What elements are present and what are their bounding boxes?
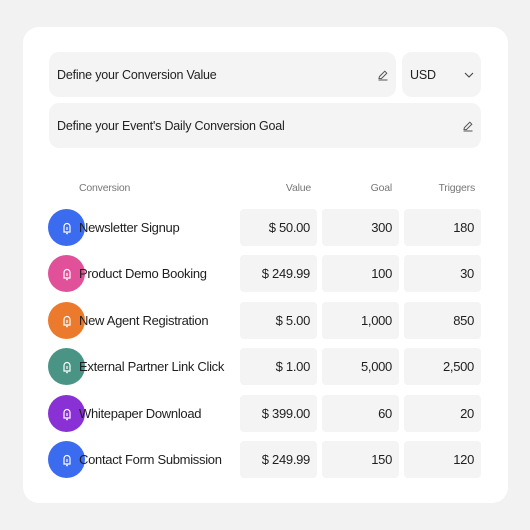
goal-cell[interactable]: 1,000	[322, 302, 399, 339]
goal-cell[interactable]: 100	[322, 255, 399, 292]
value-cell[interactable]: $ 249.99	[240, 441, 317, 478]
triggers-cell: 20	[404, 395, 481, 432]
table-row: New Agent Registration $ 5.00 1,000 850	[23, 302, 508, 339]
daily-goal-field[interactable]: Define your Event's Daily Conversion Goa…	[49, 103, 481, 148]
currency-value: USD	[410, 67, 436, 82]
value-cell[interactable]: $ 249.99	[240, 255, 317, 292]
value-cell[interactable]: $ 1.00	[240, 348, 317, 385]
goal-cell[interactable]: 60	[322, 395, 399, 432]
table-row: External Partner Link Click $ 1.00 5,000…	[23, 348, 508, 385]
chevron-down-icon[interactable]	[457, 70, 481, 80]
column-header-goal: Goal	[370, 182, 393, 194]
goal-cell[interactable]: 5,000	[322, 348, 399, 385]
conversion-name: Whitepaper Download	[79, 406, 202, 421]
conversion-value-label: Define your Conversion Value	[57, 67, 217, 82]
goal-cell[interactable]: 300	[322, 209, 399, 246]
table-row: Newsletter Signup $ 50.00 300 180	[23, 209, 508, 246]
conversion-value-field[interactable]: Define your Conversion Value	[49, 52, 396, 97]
triggers-cell: 850	[404, 302, 481, 339]
column-header-value: Value	[285, 182, 311, 194]
triggers-cell: 180	[404, 209, 481, 246]
conversion-name: External Partner Link Click	[79, 359, 225, 374]
conversion-settings-card: Define your Conversion Value USD Define …	[23, 27, 508, 503]
goal-cell[interactable]: 150	[322, 441, 399, 478]
table-row: Whitepaper Download $ 399.00 60 20	[23, 395, 508, 432]
value-cell[interactable]: $ 399.00	[240, 395, 317, 432]
table-row: Product Demo Booking $ 249.99 100 30	[23, 255, 508, 292]
daily-goal-label: Define your Event's Daily Conversion Goa…	[57, 118, 285, 133]
pencil-icon[interactable]	[455, 120, 481, 132]
currency-select[interactable]: USD	[402, 52, 481, 97]
pencil-icon[interactable]	[370, 69, 396, 81]
value-cell[interactable]: $ 5.00	[240, 302, 317, 339]
conversion-name: New Agent Registration	[79, 313, 209, 328]
table-row: Contact Form Submission $ 249.99 150 120	[23, 441, 508, 478]
triggers-cell: 120	[404, 441, 481, 478]
conversion-name: Product Demo Booking	[79, 266, 207, 281]
conversion-name: Newsletter Signup	[79, 220, 180, 235]
triggers-cell: 30	[404, 255, 481, 292]
column-header-triggers: Triggers	[438, 182, 475, 194]
column-header-conversion: Conversion	[79, 182, 131, 194]
triggers-cell: 2,500	[404, 348, 481, 385]
value-cell[interactable]: $ 50.00	[240, 209, 317, 246]
conversion-name: Contact Form Submission	[79, 452, 222, 467]
